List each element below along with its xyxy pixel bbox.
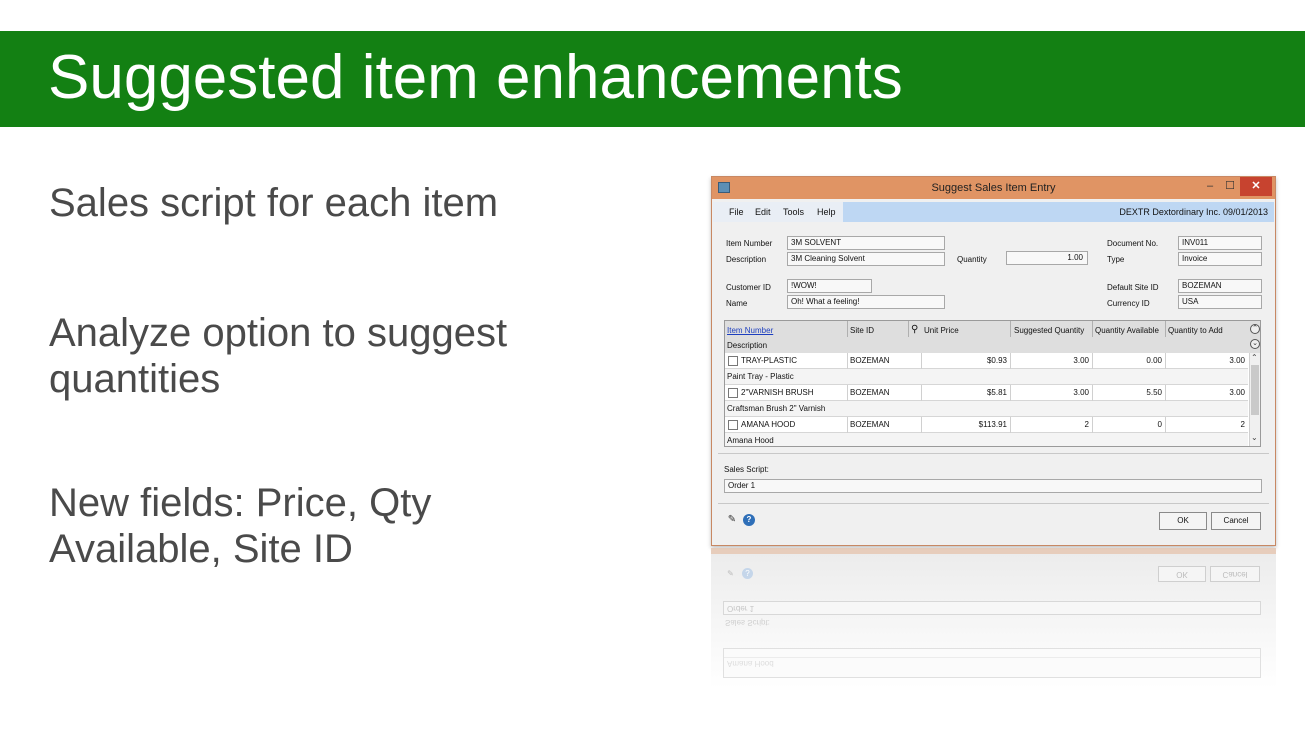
row-checkbox[interactable]: [728, 388, 738, 398]
grid-scrollbar[interactable]: ⌃ ⌄: [1249, 353, 1260, 446]
document-no-label: Document No.: [1107, 239, 1159, 248]
menu-file[interactable]: File: [729, 207, 744, 217]
item-number-field[interactable]: 3M SOLVENT: [787, 236, 945, 250]
sales-script-reflection: Order 1: [723, 601, 1261, 615]
help-icon[interactable]: ?: [743, 514, 755, 526]
sales-script-field[interactable]: Order 1: [724, 479, 1262, 493]
bullet-new-fields: New fields: Price, Qty Available, Site I…: [49, 481, 432, 571]
window-reflection: ✎ ? OK Cancel Order 1 Sales Script: Aman…: [711, 548, 1276, 688]
maximize-button[interactable]: ☐: [1220, 177, 1240, 196]
item-number-label: Item Number: [726, 239, 773, 248]
column-quantity-available[interactable]: Quantity Available: [1095, 326, 1159, 335]
collapse-rows-icon[interactable]: ⌃: [1250, 324, 1260, 334]
default-site-field[interactable]: BOZEMAN: [1178, 279, 1262, 293]
customer-name-field[interactable]: Oh! What a feeling!: [787, 295, 945, 309]
table-row[interactable]: TRAY-PLASTIC BOZEMAN $0.93 3.00 0.00 3.0…: [725, 353, 1248, 369]
column-suggested-quantity[interactable]: Suggested Quantity: [1014, 326, 1084, 335]
description-reflection: Amana Hood: [727, 659, 774, 668]
description-field[interactable]: 3M Cleaning Solvent: [787, 252, 945, 266]
close-button[interactable]: ✕: [1240, 177, 1272, 196]
grid-reflection: Amana Hood: [723, 648, 1261, 678]
bullet-sales-script: Sales script for each item: [49, 181, 499, 225]
cancel-button[interactable]: Cancel: [1211, 512, 1261, 530]
minimize-button[interactable]: –: [1200, 177, 1220, 196]
row-checkbox[interactable]: [728, 420, 738, 430]
ok-button-reflection: OK: [1158, 566, 1206, 582]
row-checkbox[interactable]: [728, 356, 738, 366]
sales-script-label: Sales Script:: [724, 465, 769, 474]
window-title-bar: Suggest Sales Item Entry – ☐ ✕: [712, 177, 1275, 199]
table-row[interactable]: AMANA HOOD BOZEMAN $113.91 2 0 2: [725, 417, 1248, 433]
name-label: Name: [726, 299, 748, 308]
scroll-thumb[interactable]: [1251, 365, 1259, 415]
table-row-description: Craftsman Brush 2" Varnish: [725, 401, 1248, 417]
document-no-field[interactable]: INV011: [1178, 236, 1262, 250]
note-icon[interactable]: ✎: [726, 514, 738, 526]
company-info: DEXTR Dextordinary Inc. 09/01/2013: [1119, 207, 1268, 217]
slide-title: Suggested item enhancements: [48, 43, 903, 112]
column-unit-price[interactable]: Unit Price: [924, 326, 959, 335]
grid-header: Item Number Site ID ⚲ Unit Price Suggest…: [725, 321, 1260, 353]
menu-bar: File Edit Tools Help DEXTR Dextordinary …: [713, 202, 1274, 222]
column-description: Description: [727, 341, 768, 350]
quantity-field[interactable]: 1.00: [1006, 251, 1088, 265]
search-icon[interactable]: ⚲: [911, 324, 918, 335]
suggested-items-grid: Item Number Site ID ⚲ Unit Price Suggest…: [724, 320, 1261, 447]
default-site-label: Default Site ID: [1107, 283, 1159, 292]
note-icon: ✎: [727, 569, 734, 578]
type-label: Type: [1107, 255, 1125, 264]
cancel-button-reflection: Cancel: [1210, 566, 1260, 582]
menu-tools[interactable]: Tools: [783, 207, 804, 217]
currency-label: Currency ID: [1107, 299, 1150, 308]
sales-script-label-reflection: Sales Script:: [725, 618, 770, 627]
column-quantity-to-add[interactable]: Quantity to Add: [1168, 326, 1223, 335]
table-row[interactable]: 2"VARNISH BRUSH BOZEMAN $5.81 3.00 5.50 …: [725, 385, 1248, 401]
bullet-analyze-option: Analyze option to suggest quantities: [49, 311, 508, 401]
scroll-down-icon[interactable]: ⌄: [1251, 433, 1258, 442]
suggest-sales-item-window: Suggest Sales Item Entry – ☐ ✕ File Edit…: [711, 176, 1276, 546]
table-row-description: Paint Tray - Plastic: [725, 369, 1248, 385]
scroll-up-icon[interactable]: ⌃: [1251, 353, 1258, 362]
menu-edit[interactable]: Edit: [755, 207, 771, 217]
slide-title-bar: Suggested item enhancements: [0, 31, 1305, 127]
menu-help[interactable]: Help: [817, 207, 836, 217]
customer-id-field[interactable]: !WOW!: [787, 279, 872, 293]
quantity-label: Quantity: [957, 255, 987, 264]
currency-field[interactable]: USA: [1178, 295, 1262, 309]
column-item-number[interactable]: Item Number: [727, 326, 773, 335]
help-icon: ?: [742, 568, 753, 579]
description-label: Description: [726, 255, 767, 264]
window-title: Suggest Sales Item Entry: [931, 182, 1056, 194]
table-row-description: Amana Hood: [725, 433, 1248, 446]
expand-rows-icon[interactable]: ⌄: [1250, 339, 1260, 349]
customer-id-label: Customer ID: [726, 283, 771, 292]
ok-button[interactable]: OK: [1159, 512, 1207, 530]
type-field[interactable]: Invoice: [1178, 252, 1262, 266]
column-site-id[interactable]: Site ID: [850, 326, 874, 335]
